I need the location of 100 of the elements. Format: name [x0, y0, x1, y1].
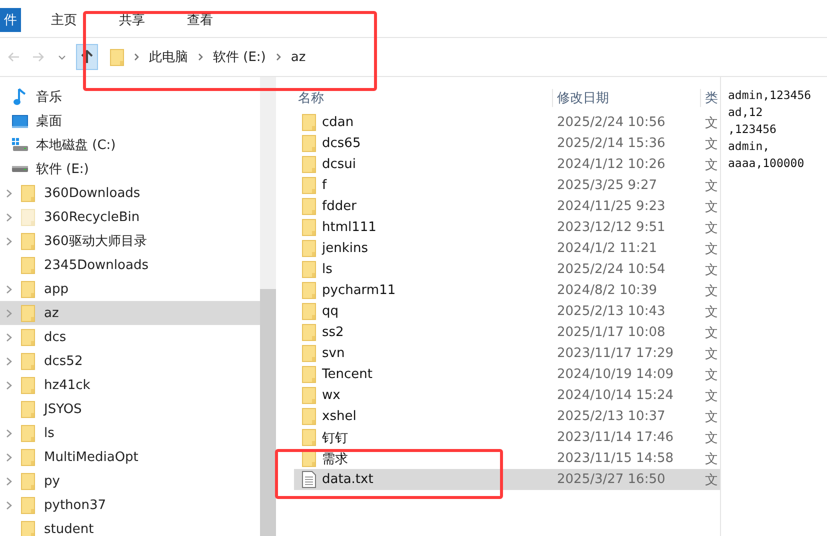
- forward-icon[interactable]: [32, 52, 44, 62]
- back-icon[interactable]: [8, 52, 20, 62]
- folder-icon: [302, 324, 316, 341]
- file-row[interactable]: svn 2023/11/17 17:29 文: [294, 343, 720, 364]
- sidebar-item[interactable]: 音乐: [0, 85, 260, 109]
- sidebar-item[interactable]: hz41ck: [0, 373, 260, 397]
- chevron-icon[interactable]: [6, 428, 12, 438]
- sidebar-item[interactable]: python37: [0, 493, 260, 517]
- file-row[interactable]: 钉钉 2023/11/14 17:46 文: [294, 427, 720, 448]
- ribbon-tab[interactable]: 查看: [169, 8, 231, 32]
- column-header[interactable]: 修改日期: [552, 89, 700, 107]
- breadcrumb[interactable]: 软件 (E:): [213, 48, 266, 66]
- preview-line: ad,12: [728, 104, 764, 121]
- date-cell-text: 2025/2/24 10:56: [556, 115, 666, 130]
- text-file-icon: [302, 471, 316, 488]
- folder-icon: [21, 184, 35, 202]
- chevron-icon[interactable]: [6, 356, 12, 366]
- type-cell-text: 文: [704, 282, 719, 300]
- chevron-icon[interactable]: [198, 53, 203, 61]
- file-row[interactable]: pycharm11 2024/8/2 10:39 文: [294, 280, 720, 301]
- sidebar-item[interactable]: dcs: [0, 325, 260, 349]
- drive-icon: [12, 165, 28, 173]
- type-cell-text: 文: [704, 324, 719, 342]
- chevron-icon[interactable]: [6, 284, 12, 294]
- chevron-icon[interactable]: [6, 212, 12, 222]
- sidebar-item[interactable]: app: [0, 277, 260, 301]
- file-row[interactable]: dcs65 2025/2/14 15:36 文: [294, 133, 720, 154]
- file-row[interactable]: xshel 2025/2/13 10:37 文: [294, 406, 720, 427]
- file-row[interactable]: 需求 2023/11/15 14:58 文: [294, 448, 720, 469]
- breadcrumb[interactable]: az: [290, 50, 306, 64]
- up-arrow-icon: [81, 50, 93, 64]
- type-cell-text: 文: [704, 472, 719, 488]
- sidebar-item[interactable]: dcs52: [0, 349, 260, 373]
- ribbon-tab[interactable]: 件: [0, 8, 21, 32]
- folder-icon: [302, 198, 316, 215]
- windows-drive-icon: [12, 138, 28, 152]
- type-cell-text: 文: [704, 388, 719, 404]
- file-name: svn: [322, 346, 345, 361]
- file-row[interactable]: ss2 2025/1/17 10:08 文: [294, 322, 720, 343]
- date-cell-text: 2023/11/14 17:46: [556, 430, 675, 445]
- file-row[interactable]: jenkins 2024/1/2 11:21 文: [294, 238, 720, 259]
- chevron-icon[interactable]: [6, 380, 12, 390]
- file-row[interactable]: Tencent 2024/10/19 14:09 文: [294, 364, 720, 385]
- chevron-icon[interactable]: [6, 452, 12, 462]
- file-row[interactable]: ls 2025/2/24 10:54 文: [294, 259, 720, 280]
- sidebar-item[interactable]: ls: [0, 421, 260, 445]
- dropdown-icon[interactable]: [58, 54, 66, 60]
- sidebar-item[interactable]: 2345Downloads: [0, 253, 260, 277]
- folder-icon: [21, 424, 35, 442]
- folder-icon: [302, 387, 316, 404]
- file-row[interactable]: html111 2023/12/12 9:51 文: [294, 217, 720, 238]
- chevron-icon[interactable]: [6, 308, 12, 318]
- chevron-icon[interactable]: [6, 476, 12, 486]
- file-row[interactable]: dcsui 2024/1/12 10:26 文: [294, 154, 720, 175]
- sidebar-item[interactable]: 360Downloads: [0, 181, 260, 205]
- chevron-icon[interactable]: [6, 188, 12, 198]
- sidebar-item[interactable]: 本地磁盘 (C:): [0, 133, 260, 157]
- file-name: 需求: [322, 450, 348, 468]
- column-header[interactable]: 名称: [294, 89, 552, 107]
- folder-icon: [21, 400, 35, 418]
- folder-icon: [21, 352, 35, 370]
- file-row[interactable]: fdder 2024/11/25 9:23 文: [294, 196, 720, 217]
- file-row[interactable]: qq 2025/2/13 10:43 文: [294, 301, 720, 322]
- file-row[interactable]: cdan 2025/2/24 10:56 文: [294, 112, 720, 133]
- sidebar-item[interactable]: MultiMediaOpt: [0, 445, 260, 469]
- folder-icon: [21, 280, 35, 298]
- chevron-icon[interactable]: [6, 236, 12, 246]
- chevron-icon[interactable]: [276, 53, 281, 61]
- sidebar-item[interactable]: JSYOS: [0, 397, 260, 421]
- sidebar-item[interactable]: student: [0, 517, 260, 536]
- preview-line: admin,123456: [728, 87, 812, 104]
- sidebar-item[interactable]: py: [0, 469, 260, 493]
- sidebar-item[interactable]: 桌面: [0, 109, 260, 133]
- file-row[interactable]: wx 2024/10/14 15:24 文: [294, 385, 720, 406]
- breadcrumb[interactable]: 此电脑: [149, 48, 188, 66]
- chevron-icon[interactable]: [134, 53, 139, 61]
- date-cell-text: 2025/1/17 10:08: [556, 325, 666, 340]
- sidebar-item[interactable]: 软件 (E:): [0, 157, 260, 181]
- ribbon-tab[interactable]: 主页: [33, 8, 95, 32]
- folder-icon: [302, 261, 316, 278]
- file-name: f: [322, 178, 327, 193]
- file-name: qq: [322, 304, 339, 319]
- sidebar-item[interactable]: 360RecycleBin: [0, 205, 260, 229]
- file-row[interactable]: f 2025/3/25 9:27 文: [294, 175, 720, 196]
- type-cell-text: 文: [704, 366, 719, 384]
- type-cell-text: 文: [704, 430, 719, 446]
- chevron-icon[interactable]: [6, 500, 12, 510]
- file-name: dcsui: [322, 157, 356, 172]
- ribbon-tab[interactable]: 共享: [101, 8, 163, 32]
- column-header[interactable]: 类: [700, 89, 720, 107]
- folder-icon: [302, 114, 316, 131]
- date-cell-text: 2025/2/24 10:54: [556, 262, 666, 277]
- sidebar-item[interactable]: az: [0, 301, 260, 325]
- chevron-icon[interactable]: [6, 332, 12, 342]
- file-row[interactable]: data.txt 2025/3/27 16:50 文: [294, 469, 720, 490]
- folder-icon: [21, 376, 35, 394]
- file-name: dcs65: [322, 136, 361, 151]
- scrollbar[interactable]: [260, 77, 276, 536]
- sidebar-item[interactable]: 360驱动大师目录: [0, 229, 260, 253]
- date-cell-text: 2025/3/27 16:50: [556, 472, 666, 487]
